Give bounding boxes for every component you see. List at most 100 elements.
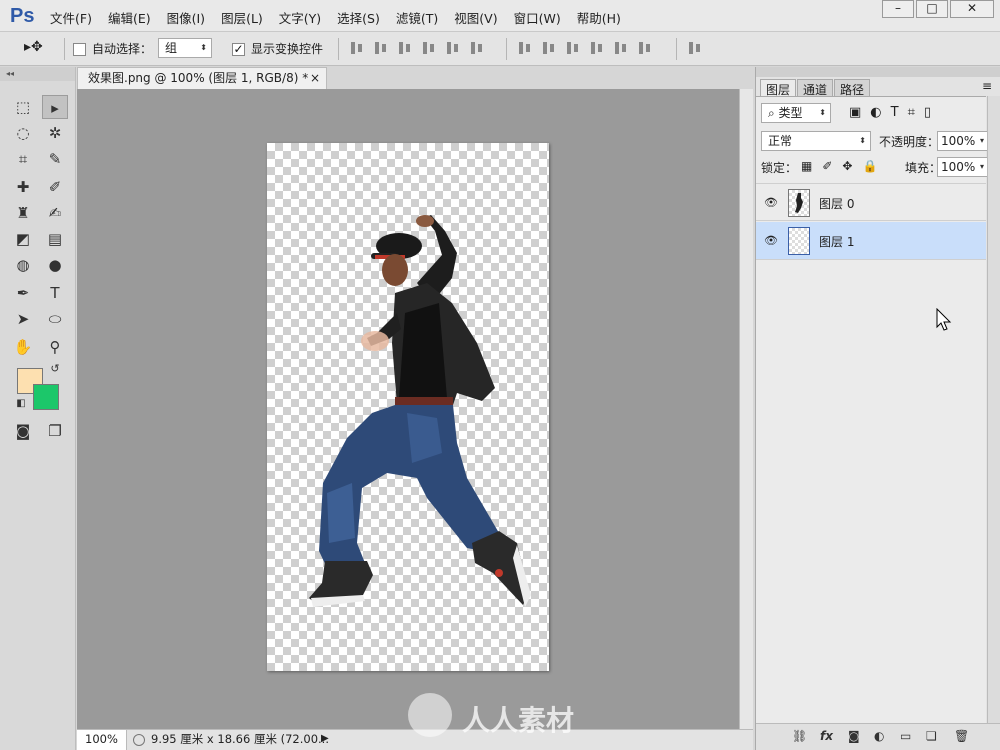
link-icon[interactable]: ⛓ — [792, 729, 807, 743]
distribute-bottom-icon[interactable] — [564, 39, 582, 57]
menu-image[interactable]: 图像(I) — [167, 8, 205, 27]
eyedropper-tool-icon[interactable]: ✎ — [42, 147, 68, 171]
blend-mode-select[interactable]: 正常 ⬍ — [761, 131, 871, 151]
status-icon[interactable] — [133, 734, 145, 746]
swap-colors-icon[interactable]: ↺ — [42, 357, 68, 381]
opacity-value: 100% — [941, 134, 976, 148]
background-color-swatch[interactable] — [33, 384, 59, 410]
chevron-down-icon: ▾ — [979, 162, 984, 171]
folder-icon[interactable]: ▭ — [900, 729, 911, 743]
close-button[interactable]: ✕ — [950, 0, 994, 18]
move-tool-icon[interactable]: ▸✥ — [24, 39, 43, 55]
layer-row[interactable]: 👁 图层 0 — [756, 183, 986, 221]
maximize-button[interactable]: □ — [916, 0, 948, 18]
distribute-left-icon[interactable] — [588, 39, 606, 57]
dodge-tool-icon[interactable]: ● — [42, 253, 68, 277]
dancer-image — [309, 215, 531, 607]
layer-name[interactable]: 图层 0 — [819, 195, 854, 212]
brush-tool-icon[interactable]: ✐ — [42, 175, 68, 199]
menu-help[interactable]: 帮助(H) — [577, 8, 621, 27]
layers-body: ⌕ 类型 ⬍ ▣◐T⌗▯ 正常 ⬍ 不透明度： 100% ▾ 锁定： ▦✐✥🔒 填充：… — [756, 96, 989, 723]
eraser-tool-icon[interactable]: ◩ — [10, 227, 36, 251]
tools-panel: ◂◂ ⬚ ▸ ◌ ✲ ⌗ ✎ ✚ ✐ ♜ ✍ ◩ ▤ ◍ ● ✒ T ➤ ⬭ ✋… — [0, 67, 76, 750]
align-hcenter-icon[interactable] — [444, 39, 462, 57]
align-top-icon[interactable] — [348, 39, 366, 57]
search-icon: ⌕ — [768, 106, 779, 120]
healing-brush-tool-icon[interactable]: ✚ — [10, 175, 36, 199]
layer-name[interactable]: 图层 1 — [819, 233, 854, 250]
panel-bottom-bar: ⛓ fx ◙ ◐ ▭ ❏ 🗑 — [756, 723, 1000, 750]
align-right-icon[interactable] — [468, 39, 486, 57]
lasso-tool-icon[interactable]: ◌ — [10, 121, 36, 145]
vertical-scrollbar[interactable] — [739, 89, 753, 729]
auto-align-buttons — [686, 39, 710, 57]
menu-file[interactable]: 文件(F) — [50, 8, 92, 27]
menu-view[interactable]: 视图(V) — [454, 8, 497, 27]
filter-icons[interactable]: ▣◐T⌗▯ — [849, 105, 961, 120]
eye-icon[interactable]: 👁 — [764, 234, 778, 247]
marquee-tool-icon[interactable]: ⬚ — [10, 95, 36, 119]
auto-select-checkbox[interactable] — [73, 43, 86, 56]
document-tab[interactable]: 效果图.png @ 100% (图层 1, RGB/8) * × — [77, 67, 327, 89]
auto-select-mode[interactable]: 组 ⬍ — [158, 38, 212, 58]
menu-filter[interactable]: 滤镜(T) — [396, 8, 438, 27]
layer-row[interactable]: 👁 图层 1 — [756, 222, 986, 260]
status-arrow-icon[interactable]: ▶ — [321, 733, 329, 744]
collapse-arrows-icon[interactable]: ◂◂ — [0, 67, 75, 81]
gradient-tool-icon[interactable]: ▤ — [42, 227, 68, 251]
hand-tool-icon[interactable]: ✋ — [10, 335, 36, 359]
lock-icons[interactable]: ▦✐✥🔒 — [801, 159, 887, 173]
canvas-area[interactable] — [77, 89, 739, 729]
menu-items: 文件(F) 编辑(E) 图像(I) 图层(L) 文字(Y) 选择(S) 滤镜(T… — [50, 8, 637, 27]
magic-wand-tool-icon[interactable]: ✲ — [42, 121, 68, 145]
opacity-input[interactable]: 100% ▾ — [937, 131, 989, 151]
filter-kind-select[interactable]: ⌕ 类型 ⬍ — [761, 103, 831, 123]
distribute-top-icon[interactable] — [516, 39, 534, 57]
clone-stamp-tool-icon[interactable]: ♜ — [10, 201, 36, 225]
zoom-level[interactable]: 100% — [77, 730, 127, 750]
menu-edit[interactable]: 编辑(E) — [108, 8, 151, 27]
lock-row: 锁定： ▦✐✥🔒 填充： 100% ▾ — [761, 157, 989, 177]
blur-tool-icon[interactable]: ◍ — [10, 253, 36, 277]
path-selection-tool-icon[interactable]: ➤ — [10, 307, 36, 331]
mask-icon[interactable]: ◙ — [848, 729, 860, 743]
fill-input[interactable]: 100% ▾ — [937, 157, 989, 177]
trash-icon[interactable]: 🗑 — [954, 729, 969, 743]
align-vcenter-icon[interactable] — [372, 39, 390, 57]
show-transform-checkbox[interactable] — [232, 43, 245, 56]
adjustment-icon[interactable]: ◐ — [874, 729, 884, 743]
ellipse-tool-icon[interactable]: ⬭ — [42, 307, 68, 331]
pen-tool-icon[interactable]: ✒ — [10, 281, 36, 305]
fx-icon[interactable]: fx — [820, 729, 833, 743]
distribute-right-icon[interactable] — [636, 39, 654, 57]
panel-scrollbar[interactable] — [987, 96, 1000, 723]
menu-type[interactable]: 文字(Y) — [279, 8, 321, 27]
quick-mask-icon[interactable]: ◙ — [10, 419, 36, 443]
menu-window[interactable]: 窗口(W) — [514, 8, 561, 27]
default-colors-icon[interactable]: ◧ — [8, 392, 34, 416]
chevron-down-icon: ▾ — [979, 136, 984, 145]
minimize-button[interactable]: – — [882, 0, 914, 18]
distribute-hcenter-icon[interactable] — [612, 39, 630, 57]
menu-select[interactable]: 选择(S) — [337, 8, 380, 27]
align-left-icon[interactable] — [420, 39, 438, 57]
zoom-tool-icon[interactable]: ⚲ — [42, 335, 68, 359]
auto-select-option: 自动选择： — [73, 40, 152, 57]
crop-tool-icon[interactable]: ⌗ — [10, 147, 36, 171]
separator — [338, 38, 339, 60]
history-brush-tool-icon[interactable]: ✍ — [42, 201, 68, 225]
new-layer-icon[interactable]: ❏ — [926, 729, 937, 743]
document-canvas[interactable] — [267, 143, 549, 671]
eye-icon[interactable]: 👁 — [764, 196, 778, 209]
close-tab-icon[interactable]: × — [310, 68, 320, 88]
distribute-vcenter-icon[interactable] — [540, 39, 558, 57]
menu-layer[interactable]: 图层(L) — [221, 8, 263, 27]
type-tool-icon[interactable]: T — [42, 281, 68, 305]
screen-mode-icon[interactable]: ❐ — [42, 419, 68, 443]
auto-align-icon[interactable] — [686, 39, 704, 57]
move-tool-icon[interactable]: ▸ — [42, 95, 68, 119]
panel-menu-icon[interactable]: ≡ — [982, 79, 992, 93]
document-info[interactable]: 9.95 厘米 x 18.66 厘米 (72.00... — [151, 730, 329, 749]
distribute-buttons — [516, 39, 660, 57]
align-bottom-icon[interactable] — [396, 39, 414, 57]
